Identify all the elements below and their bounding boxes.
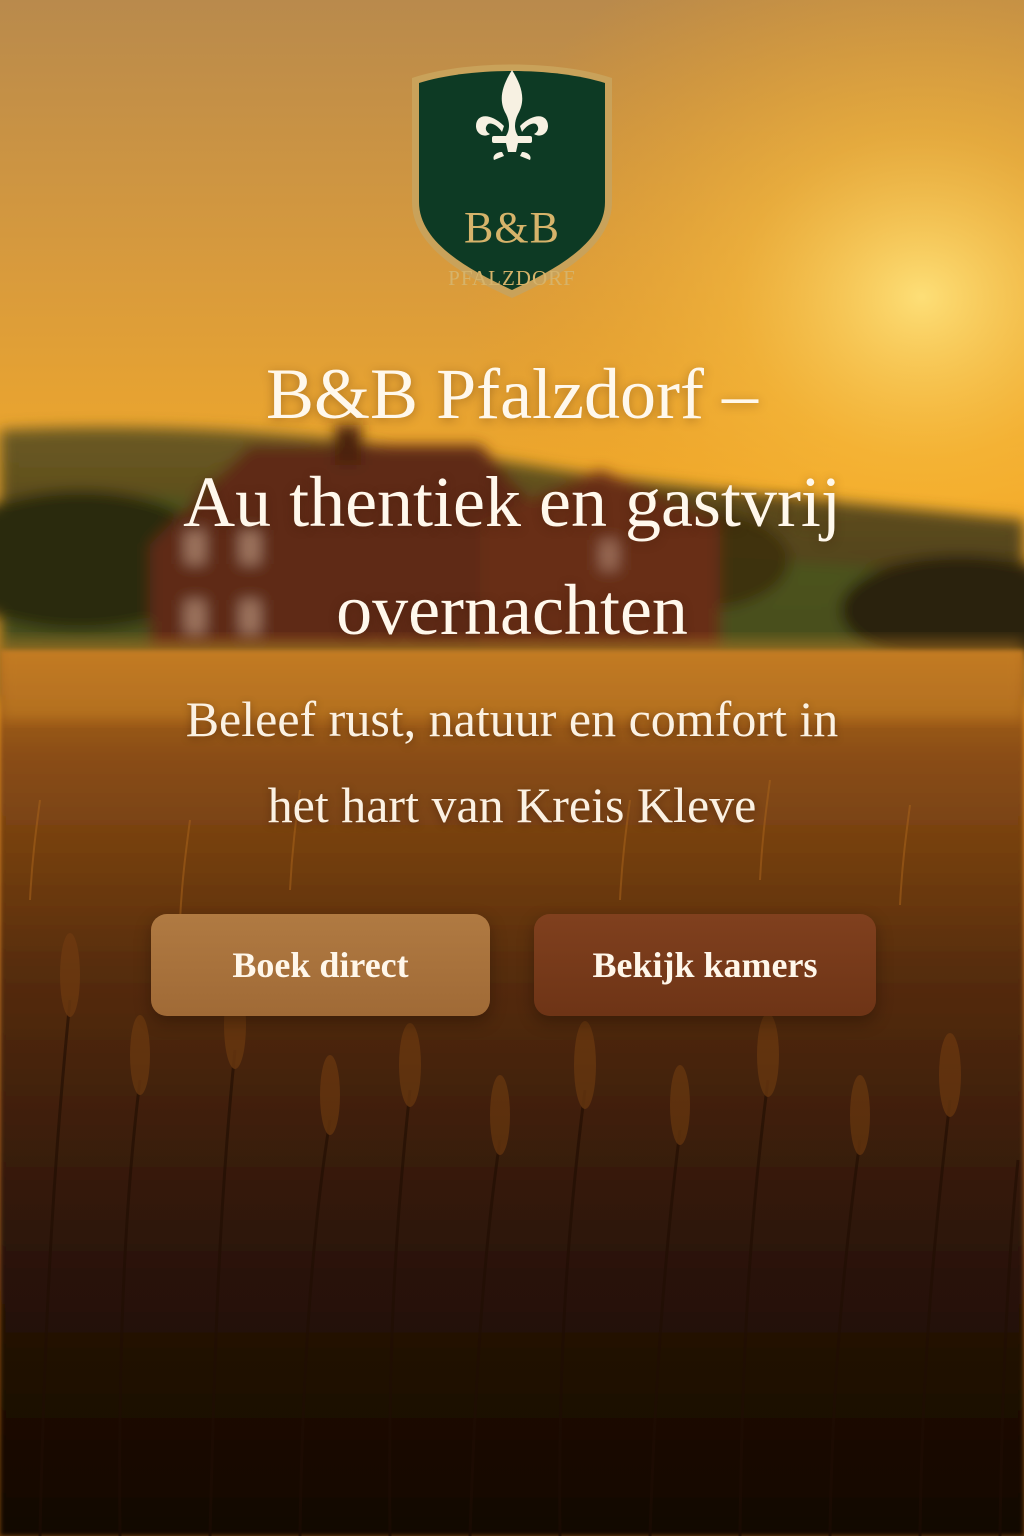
hero-title-line-3: overnachten [336, 570, 688, 650]
hero-title-line-1: B&B Pfalzdorf – [266, 354, 758, 434]
hero-subtitle-line-1: Beleef rust, natuur en comfort in [185, 691, 839, 747]
hero-title-line-2: Au thentiek en gastvrij [183, 462, 841, 542]
brand-logo[interactable]: B&B PFALZDORF [406, 52, 618, 300]
hero-subtitle: Beleef rust, natuur en comfort in het ha… [80, 676, 944, 848]
hero-section: B&B PFALZDORF B&B Pfalzdorf – Au thentie… [0, 0, 1024, 1536]
logo-text-place: PFALZDORF [448, 266, 576, 290]
hero-subtitle-line-2: het hart van Kreis Kleve [267, 777, 757, 833]
view-rooms-button[interactable]: Bekijk kamers [534, 914, 876, 1016]
logo-text-bb: B&B [464, 203, 560, 252]
hero-title: B&B Pfalzdorf – Au thentiek en gastvrij … [60, 340, 964, 664]
book-now-button[interactable]: Boek direct [151, 914, 490, 1016]
shield-emblem [412, 64, 612, 298]
